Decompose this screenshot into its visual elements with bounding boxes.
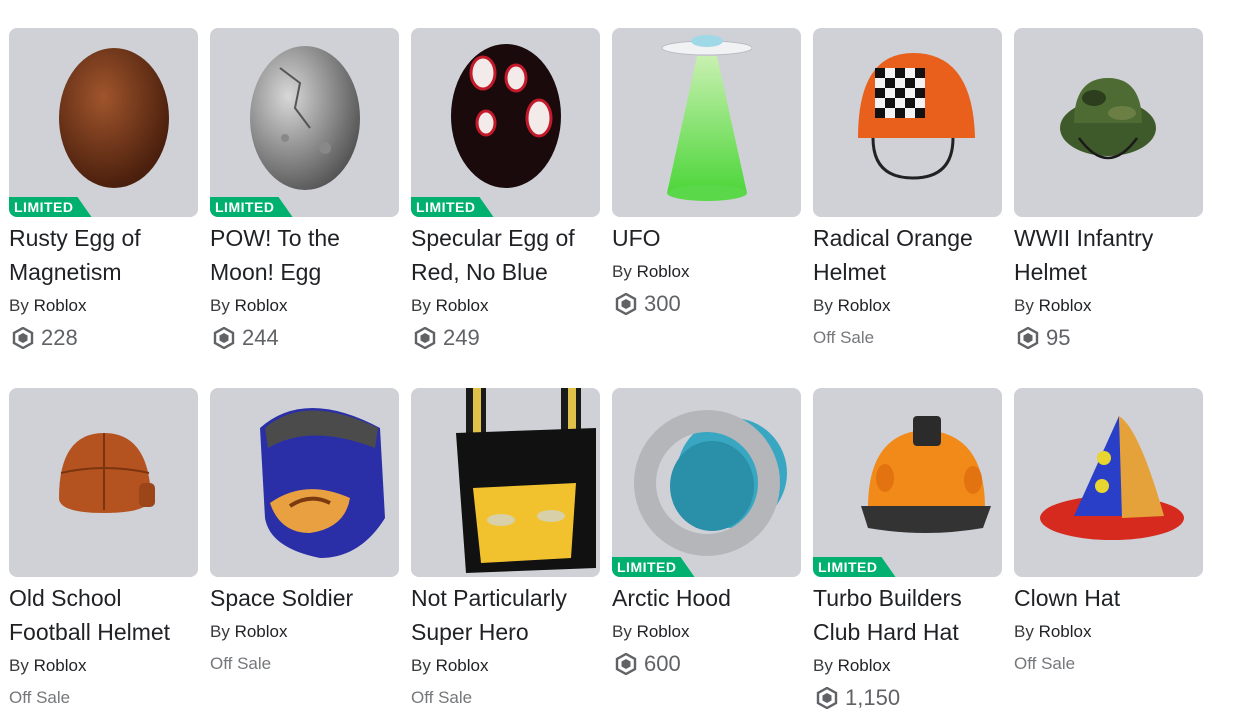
creator-link[interactable]: Roblox: [1039, 296, 1092, 315]
creator-link[interactable]: Roblox: [34, 296, 87, 315]
creator-link[interactable]: Roblox: [34, 656, 87, 675]
item-name[interactable]: UFO: [612, 221, 802, 255]
hero-mask-icon: [456, 388, 596, 573]
item-name[interactable]: POW! To the Moon! Egg: [210, 221, 400, 289]
item-creator: By Roblox: [210, 296, 288, 315]
clown-hat-icon: [1040, 416, 1184, 540]
item-creator: By Roblox: [210, 622, 288, 641]
item-creator: By Roblox: [411, 656, 489, 675]
catalog-grid: LIMITED Rusty Egg of Magnetism By Roblox…: [0, 0, 1244, 715]
item-card[interactable]: LIMITED Rusty Egg of Magnetism By Roblox…: [9, 28, 199, 353]
off-sale-label: Off Sale: [813, 328, 875, 347]
creator-link[interactable]: Roblox: [838, 656, 891, 675]
item-price: 1,150: [813, 683, 1003, 713]
creator-link[interactable]: Roblox: [235, 622, 288, 641]
item-creator: By Roblox: [813, 656, 891, 675]
item-name[interactable]: Space Soldier: [210, 581, 400, 615]
item-price: 95: [1014, 323, 1204, 353]
ufo-icon: [661, 35, 753, 201]
item-creator: By Roblox: [813, 296, 891, 315]
creator-link[interactable]: Roblox: [1039, 622, 1092, 641]
item-name[interactable]: Radical Orange Helmet: [813, 221, 1003, 289]
robux-icon: [615, 293, 637, 315]
space-helmet-icon: [260, 408, 385, 558]
item-creator: By Roblox: [9, 296, 87, 315]
item-price: 244: [210, 323, 400, 353]
robux-icon: [816, 687, 838, 709]
item-creator: By Roblox: [411, 296, 489, 315]
item-thumbnail[interactable]: [612, 28, 801, 217]
item-name[interactable]: Not Particularly Super Hero: [411, 581, 601, 649]
item-card[interactable]: LIMITED Arctic Hood By Roblox 600: [612, 388, 802, 679]
robux-icon: [1017, 327, 1039, 349]
robux-icon: [12, 327, 34, 349]
robux-icon: [414, 327, 436, 349]
robux-icon: [213, 327, 235, 349]
creator-link[interactable]: Roblox: [436, 656, 489, 675]
off-sale-label: Off Sale: [1014, 654, 1076, 673]
item-price: 600: [612, 649, 802, 679]
moon-egg-icon: [250, 46, 360, 190]
item-card[interactable]: Clown Hat By Roblox Off Sale: [1014, 388, 1204, 679]
item-name[interactable]: Arctic Hood: [612, 581, 802, 615]
item-creator: By Roblox: [612, 622, 690, 641]
off-sale-label: Off Sale: [9, 688, 71, 707]
item-creator: By Roblox: [612, 262, 690, 281]
item-card[interactable]: WWII Infantry Helmet By Roblox 95: [1014, 28, 1204, 353]
item-name[interactable]: WWII Infantry Helmet: [1014, 221, 1204, 289]
item-card[interactable]: UFO By Roblox 300: [612, 28, 802, 319]
item-name[interactable]: Specular Egg of Red, No Blue: [411, 221, 601, 289]
item-thumbnail[interactable]: LIMITED: [9, 28, 198, 217]
item-thumbnail[interactable]: [813, 28, 1002, 217]
item-price: 228: [9, 323, 199, 353]
item-name[interactable]: Clown Hat: [1014, 581, 1204, 615]
creator-link[interactable]: Roblox: [637, 622, 690, 641]
orange-helmet-icon: [858, 53, 975, 180]
item-price: 300: [612, 289, 802, 319]
item-thumbnail[interactable]: LIMITED: [411, 28, 600, 217]
item-thumbnail[interactable]: LIMITED: [612, 388, 801, 577]
item-creator: By Roblox: [9, 656, 87, 675]
off-sale-label: Off Sale: [210, 654, 272, 673]
creator-link[interactable]: Roblox: [637, 262, 690, 281]
spotted-egg-icon: [451, 44, 561, 188]
arctic-hood-icon: [634, 410, 787, 556]
limited-badge: LIMITED: [9, 197, 92, 217]
off-sale-label: Off Sale: [411, 688, 473, 707]
item-name[interactable]: Rusty Egg of Magnetism: [9, 221, 199, 289]
item-card[interactable]: Radical Orange Helmet By Roblox Off Sale: [813, 28, 1003, 353]
item-card[interactable]: Space Soldier By Roblox Off Sale: [210, 388, 400, 679]
item-creator: By Roblox: [1014, 296, 1092, 315]
creator-link[interactable]: Roblox: [235, 296, 288, 315]
item-thumbnail[interactable]: [1014, 28, 1203, 217]
creator-link[interactable]: Roblox: [838, 296, 891, 315]
limited-badge: LIMITED: [411, 197, 494, 217]
item-card[interactable]: Not Particularly Super Hero By Roblox Of…: [411, 388, 601, 713]
robux-icon: [615, 653, 637, 675]
limited-badge: LIMITED: [813, 557, 896, 577]
item-thumbnail[interactable]: LIMITED: [210, 28, 399, 217]
camo-helmet-icon: [1060, 78, 1156, 160]
item-thumbnail[interactable]: [411, 388, 600, 577]
item-price: 249: [411, 323, 601, 353]
item-card[interactable]: LIMITED Turbo Builders Club Hard Hat By …: [813, 388, 1003, 713]
leather-helmet-icon: [59, 433, 155, 513]
item-name[interactable]: Old School Football Helmet: [9, 581, 199, 649]
item-card[interactable]: LIMITED POW! To the Moon! Egg By Roblox …: [210, 28, 400, 353]
item-thumbnail[interactable]: [1014, 388, 1203, 577]
item-thumbnail[interactable]: [9, 388, 198, 577]
limited-badge: LIMITED: [210, 197, 293, 217]
item-creator: By Roblox: [1014, 622, 1092, 641]
item-card[interactable]: LIMITED Specular Egg of Red, No Blue By …: [411, 28, 601, 353]
limited-badge: LIMITED: [612, 557, 695, 577]
rusty-egg-icon: [59, 48, 169, 188]
hard-hat-icon: [861, 416, 991, 533]
item-name[interactable]: Turbo Builders Club Hard Hat: [813, 581, 1003, 649]
item-thumbnail[interactable]: [210, 388, 399, 577]
item-card[interactable]: Old School Football Helmet By Roblox Off…: [9, 388, 199, 713]
item-thumbnail[interactable]: LIMITED: [813, 388, 1002, 577]
creator-link[interactable]: Roblox: [436, 296, 489, 315]
